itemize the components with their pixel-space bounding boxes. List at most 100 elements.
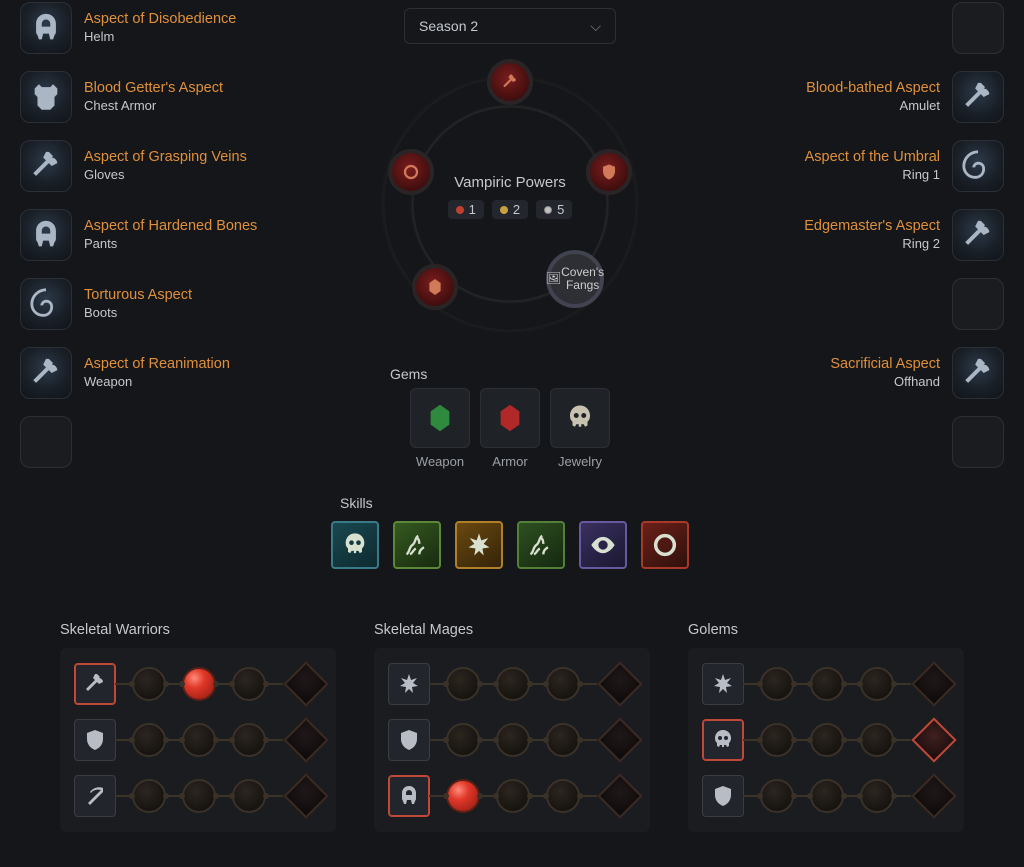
- gear-slot-left-3[interactable]: Aspect of Hardened BonesPants: [20, 207, 330, 263]
- army-type-icon[interactable]: [702, 719, 744, 761]
- gem-slot-armor[interactable]: Armor: [480, 388, 540, 469]
- chevron-down-icon: ⌵: [590, 18, 601, 35]
- gear-slot-right-1[interactable]: Blood-bathed AspectAmulet: [694, 69, 1004, 125]
- upgrade-orb[interactable]: [232, 723, 266, 757]
- gear-slot-left-1[interactable]: Blood Getter's AspectChest Armor: [20, 69, 330, 125]
- gear-slot-left-6[interactable]: [20, 414, 330, 470]
- skills-row: [330, 521, 690, 569]
- army-col-0: Skeletal Warriors: [60, 622, 336, 832]
- upgrade-orb[interactable]: [182, 667, 216, 701]
- upgrade-orb[interactable]: [496, 723, 530, 757]
- aspect-name: Aspect of Hardened Bones: [84, 217, 257, 235]
- army-type-icon[interactable]: [74, 663, 116, 705]
- sacrifice-diamond[interactable]: [911, 661, 956, 706]
- vampiric-power-5[interactable]: 🖼Coven's Fangs: [546, 250, 604, 308]
- upgrade-orb[interactable]: [232, 779, 266, 813]
- upgrade-orb[interactable]: [132, 667, 166, 701]
- upgrade-orb[interactable]: [132, 723, 166, 757]
- army-panel: [374, 648, 650, 832]
- gear-slot-right-2[interactable]: Aspect of the UmbralRing 1: [694, 138, 1004, 194]
- gem-icon: [550, 388, 610, 448]
- sacrifice-diamond[interactable]: [597, 661, 642, 706]
- gem-slot-jewelry[interactable]: Jewelry: [550, 388, 610, 469]
- upgrade-orb[interactable]: [810, 779, 844, 813]
- aspect-name: Torturous Aspect: [84, 286, 192, 304]
- aspect-name: Edgemaster's Aspect: [804, 217, 940, 235]
- army-col-2: Golems: [688, 622, 964, 832]
- skill-slot-0[interactable]: [331, 521, 379, 569]
- sacrifice-diamond[interactable]: [911, 717, 956, 762]
- sacrifice-diamond[interactable]: [597, 717, 642, 762]
- army-type-icon[interactable]: [74, 775, 116, 817]
- gear-slot-left-4[interactable]: Torturous AspectBoots: [20, 276, 330, 332]
- upgrade-orb[interactable]: [546, 723, 580, 757]
- upgrade-orb[interactable]: [546, 779, 580, 813]
- gem-label: Jewelry: [550, 454, 610, 469]
- upgrade-orb[interactable]: [860, 779, 894, 813]
- army-row: [388, 716, 636, 764]
- skill-slot-2[interactable]: [455, 521, 503, 569]
- gear-slot-right-5[interactable]: Sacrificial AspectOffhand: [694, 345, 1004, 401]
- axe-icon: [952, 71, 1004, 123]
- army-type-icon[interactable]: [702, 663, 744, 705]
- gear-slot-left-0[interactable]: Aspect of DisobedienceHelm: [20, 0, 330, 56]
- upgrade-orb[interactable]: [446, 779, 480, 813]
- skill-slot-5[interactable]: [641, 521, 689, 569]
- upgrade-orb[interactable]: [810, 667, 844, 701]
- army-type-icon[interactable]: [388, 719, 430, 761]
- helm-icon: [20, 209, 72, 261]
- vampiric-power-2[interactable]: [388, 149, 434, 195]
- gear-slot-right-6[interactable]: [694, 414, 1004, 470]
- slot-name: Gloves: [84, 167, 247, 184]
- vampiric-power-1[interactable]: [487, 59, 533, 105]
- upgrade-orb[interactable]: [496, 779, 530, 813]
- sacrifice-diamond[interactable]: [911, 773, 956, 818]
- swirl-icon: [20, 278, 72, 330]
- sacrifice-diamond[interactable]: [283, 717, 328, 762]
- vampiric-power-4[interactable]: [412, 264, 458, 310]
- gear-left-column: Aspect of DisobedienceHelm Blood Getter's…: [20, 0, 330, 483]
- vampiric-power-3[interactable]: [586, 149, 632, 195]
- upgrade-orb[interactable]: [232, 667, 266, 701]
- gear-slot-right-0[interactable]: [694, 0, 1004, 56]
- upgrade-orb[interactable]: [760, 723, 794, 757]
- slot-name: Amulet: [900, 98, 940, 115]
- sacrifice-diamond[interactable]: [283, 661, 328, 706]
- sacrifice-diamond[interactable]: [597, 773, 642, 818]
- army-type-icon[interactable]: [388, 663, 430, 705]
- upgrade-orb[interactable]: [446, 667, 480, 701]
- upgrade-orb[interactable]: [132, 779, 166, 813]
- axe-icon: [20, 347, 72, 399]
- season-select[interactable]: Season 2 ⌵: [404, 8, 616, 44]
- gear-slot-left-5[interactable]: Aspect of ReanimationWeapon: [20, 345, 330, 401]
- upgrade-orb[interactable]: [760, 667, 794, 701]
- upgrade-orb[interactable]: [182, 779, 216, 813]
- gear-slot-right-3[interactable]: Edgemaster's AspectRing 2: [694, 207, 1004, 263]
- sacrifice-diamond[interactable]: [283, 773, 328, 818]
- upgrade-orb[interactable]: [496, 667, 530, 701]
- skill-slot-4[interactable]: [579, 521, 627, 569]
- gem-label: Armor: [480, 454, 540, 469]
- upgrade-orb[interactable]: [446, 723, 480, 757]
- upgrade-orb[interactable]: [860, 667, 894, 701]
- gear-slot-right-4[interactable]: [694, 276, 1004, 332]
- skill-slot-3[interactable]: [517, 521, 565, 569]
- vampiric-title: Vampiric Powers: [330, 174, 690, 191]
- army-type-icon[interactable]: [702, 775, 744, 817]
- upgrade-orb[interactable]: [760, 779, 794, 813]
- gem-icon: [480, 388, 540, 448]
- upgrade-orb[interactable]: [546, 667, 580, 701]
- army-type-icon[interactable]: [74, 719, 116, 761]
- upgrade-orb[interactable]: [182, 723, 216, 757]
- gear-slot-left-2[interactable]: Aspect of Grasping VeinsGloves: [20, 138, 330, 194]
- vampiric-powers-wheel: Vampiric Powers 125 🖼Coven's Fangs: [330, 54, 690, 354]
- upgrade-orb[interactable]: [860, 723, 894, 757]
- army-type-icon[interactable]: [388, 775, 430, 817]
- upgrade-orb[interactable]: [810, 723, 844, 757]
- gem-slot-weapon[interactable]: Weapon: [410, 388, 470, 469]
- army-panel: [688, 648, 964, 832]
- skills-title: Skills: [340, 495, 690, 511]
- aspect-name: Blood-bathed Aspect: [806, 79, 940, 97]
- skill-slot-1[interactable]: [393, 521, 441, 569]
- vampiric-stat: 1: [448, 200, 484, 219]
